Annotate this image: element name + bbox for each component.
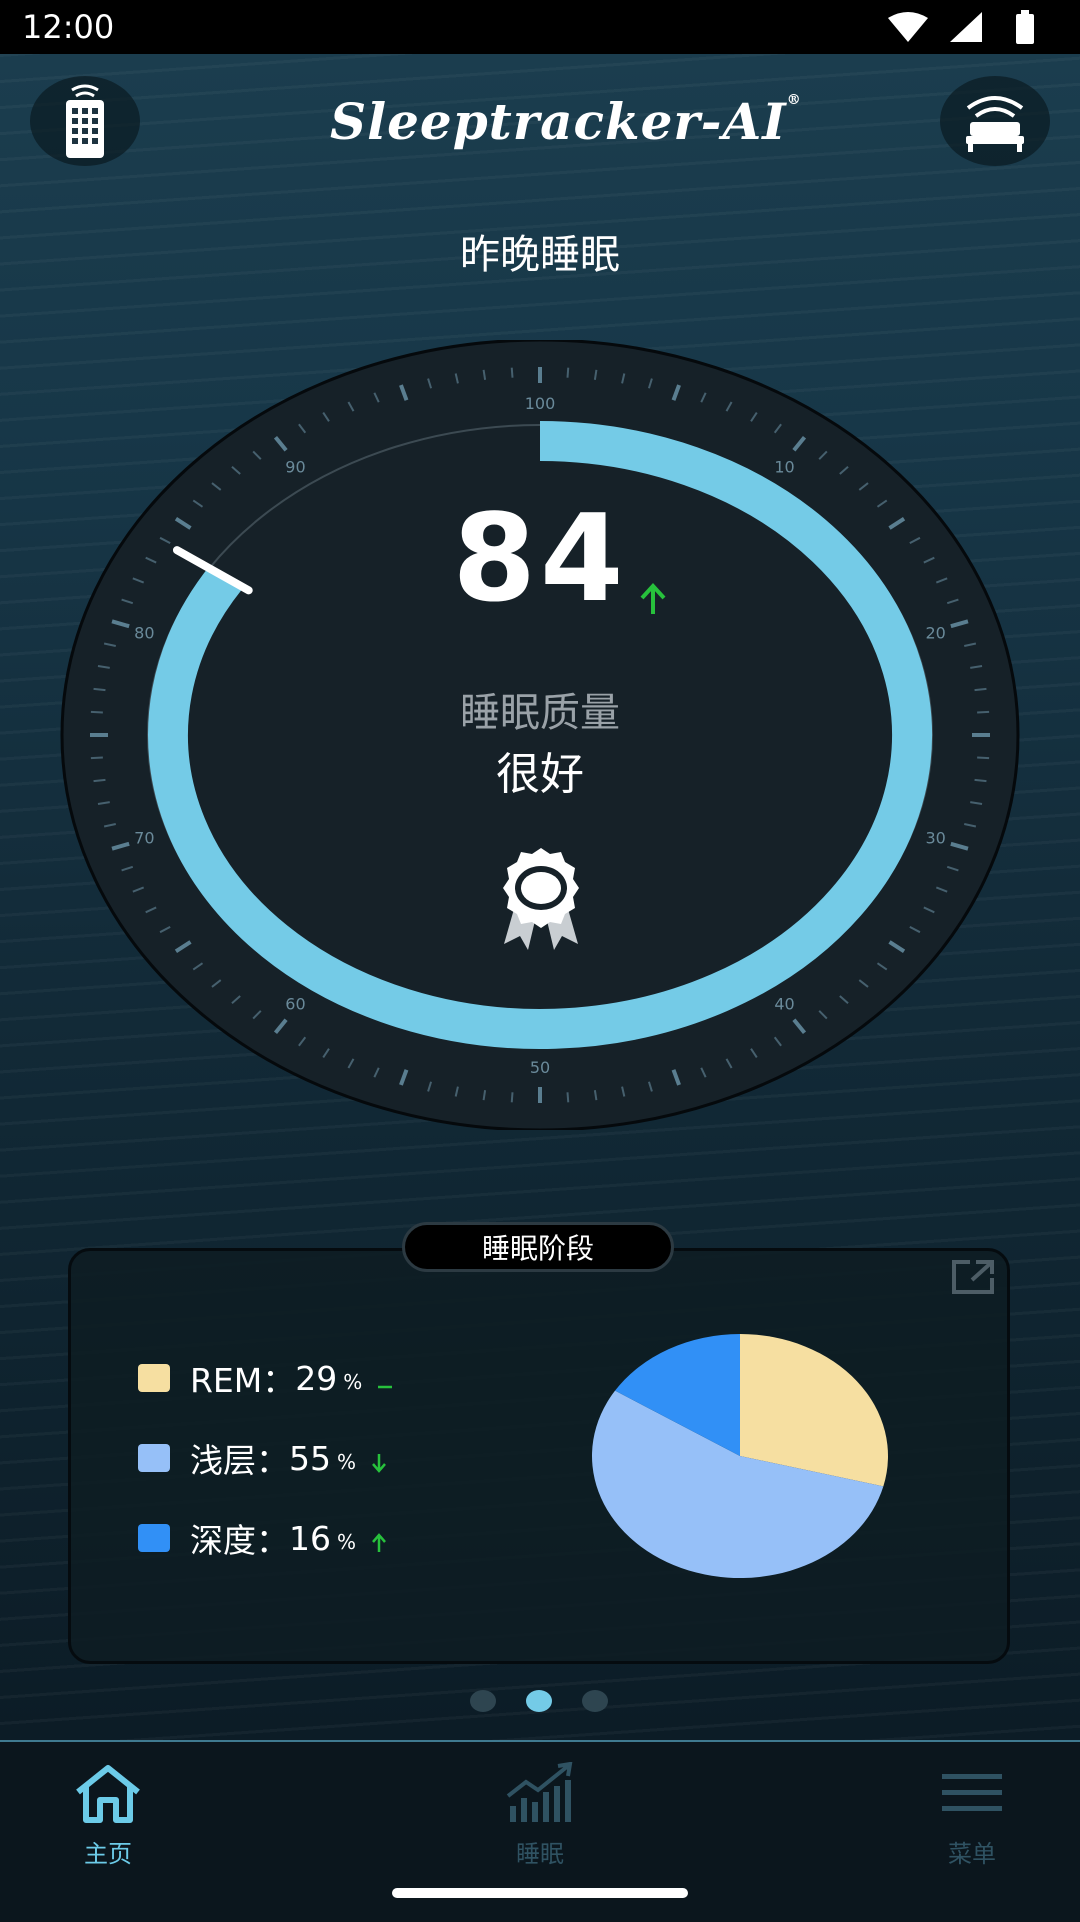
gauge-scale-label: 100 — [525, 394, 556, 413]
smart-bed-button[interactable] — [940, 76, 1050, 166]
sleep-stages-title: 睡眠阶段 — [402, 1222, 674, 1272]
page-dot-2[interactable] — [526, 1690, 552, 1712]
open-external-icon[interactable] — [950, 1258, 996, 1296]
tab-menu-label: 菜单 — [948, 1840, 996, 1868]
legend-label-light: 浅层： — [190, 1441, 289, 1480]
home-icon — [76, 1765, 140, 1823]
tab-home-label: 主页 — [84, 1840, 132, 1868]
trend-down-icon — [372, 1454, 386, 1473]
legend-unit-deep: % — [337, 1530, 357, 1554]
logo-suffix: -AI — [700, 92, 787, 151]
legend-swatch-deep — [138, 1524, 170, 1552]
page-dot-1[interactable] — [470, 1690, 496, 1712]
legend-value-deep: 16 — [289, 1518, 331, 1558]
page-indicator — [470, 1690, 610, 1712]
status-bar: 12:00 — [0, 0, 1080, 54]
legend-label-rem: REM： — [190, 1361, 296, 1400]
remote-control-button[interactable] — [30, 76, 140, 166]
app-logo: Sleeptracker-AI® — [330, 92, 801, 162]
legend-value-light: 55 — [289, 1438, 331, 1478]
gauge-tick — [566, 1092, 570, 1103]
sleep-stages-pie-chart — [591, 1334, 888, 1578]
logo-registered-mark: ® — [786, 92, 802, 108]
gauge-scale-label: 90 — [285, 457, 305, 476]
gauge-scale-label: 20 — [925, 623, 945, 642]
tab-sleep[interactable]: 睡眠 — [460, 1761, 620, 1882]
tab-menu[interactable]: 菜单 — [892, 1762, 1052, 1882]
gauge-tick — [510, 1092, 514, 1103]
logo-text: Sleeptracker — [330, 92, 701, 151]
legend-unit-rem: % — [343, 1370, 363, 1394]
legend-swatch-light — [138, 1444, 170, 1472]
legend-item-deep: 深度： 16 % — [138, 1518, 388, 1560]
cellular-signal-icon — [950, 12, 982, 42]
gauge-tick — [566, 367, 570, 378]
award-ribbon-icon — [503, 848, 579, 950]
wifi-icon — [888, 12, 928, 42]
legend-label-deep: 深度： — [190, 1521, 289, 1560]
sleep-score: 84 — [452, 490, 628, 629]
trend-up-icon — [372, 1533, 386, 1552]
home-indicator[interactable] — [392, 1888, 688, 1898]
tab-sleep-label: 睡眠 — [516, 1840, 564, 1868]
gauge-scale-label: 70 — [134, 829, 154, 848]
status-time: 12:00 — [22, 8, 115, 46]
menu-icon — [942, 1774, 1002, 1811]
tab-home[interactable]: 主页 — [28, 1762, 188, 1882]
smart-bed-icon — [966, 96, 1024, 152]
system-status-icons — [888, 10, 1034, 44]
page-dot-3[interactable] — [582, 1690, 608, 1712]
remote-control-icon — [66, 84, 104, 158]
gauge-tick — [510, 367, 514, 378]
legend-swatch-rem — [138, 1364, 170, 1392]
gauge-scale-label: 60 — [285, 995, 305, 1014]
legend-item-light: 浅层： 55 % — [138, 1438, 388, 1480]
battery-icon — [1016, 10, 1034, 44]
gauge-scale-label: 30 — [925, 829, 945, 848]
gauge-scale-label: 10 — [774, 457, 794, 476]
gauge-scale-label: 50 — [530, 1058, 550, 1077]
bar-chart-trend-icon — [506, 1761, 573, 1822]
legend-unit-light: % — [337, 1450, 357, 1474]
section-title: 昨晚睡眠 — [460, 232, 620, 278]
gauge-scale-label: 40 — [774, 995, 794, 1014]
gauge-scale-label: 80 — [134, 623, 154, 642]
legend-item-rem: REM： 29 % — [138, 1358, 394, 1400]
score-trend-up-icon — [640, 583, 666, 614]
sleep-quality-label: 睡眠质量 — [460, 690, 620, 736]
trend-flat-icon — [378, 1385, 393, 1389]
sleep-quality-value: 很好 — [496, 749, 584, 800]
legend-value-rem: 29 — [295, 1358, 338, 1398]
